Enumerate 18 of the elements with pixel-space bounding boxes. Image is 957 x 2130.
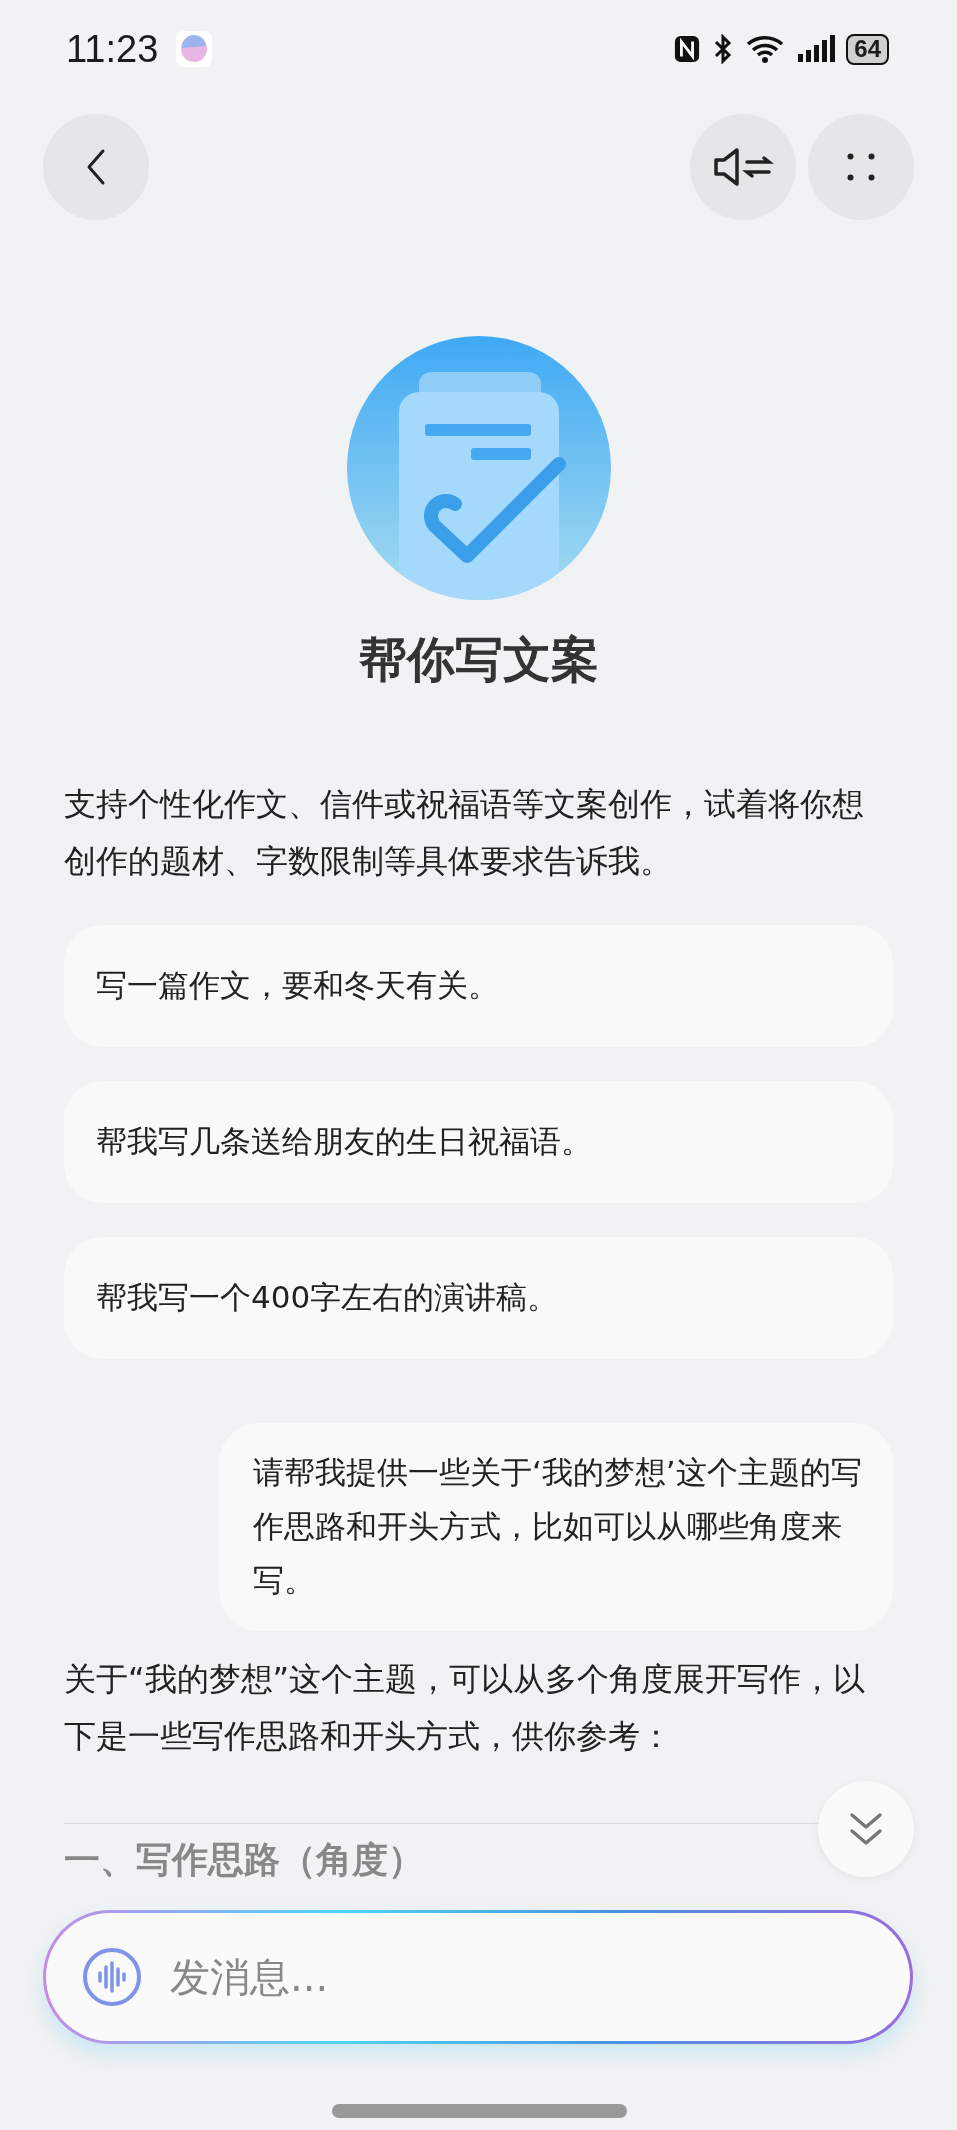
status-time: 11:23 bbox=[66, 27, 159, 71]
message-input-field[interactable]: 发消息... bbox=[168, 1953, 880, 2001]
assistant-message: 关于“我的梦想”这个主题，可以从多个角度展开写作，以下是一些写作思路和开头方式，供你参考： bbox=[64, 1659, 867, 1757]
suggestion-chip[interactable]: 写一篇作文，要和冬天有关。 bbox=[64, 925, 893, 1047]
response-heading: 一、写作思路（角度） bbox=[64, 1838, 424, 1882]
battery-level: 64 bbox=[854, 35, 881, 63]
nfc-icon bbox=[674, 34, 701, 64]
feature-description: 支持个性化作文、信件或祝福语等文案创作，试着将你想创作的题材、字数限制等具体要求告诉我。 bbox=[64, 784, 865, 882]
speaker-icon bbox=[711, 147, 775, 187]
home-indicator[interactable] bbox=[332, 2104, 627, 2118]
voice-wave-icon bbox=[82, 1947, 142, 2007]
feature-title: 帮你写文案 bbox=[358, 630, 599, 689]
user-message-bubble: 请帮我提供一些关于‘我的梦想’这个主题的写作思路和开头方式，比如可以从哪些角度来写。 bbox=[219, 1423, 893, 1631]
suggestion-chip[interactable]: 帮我写几条送给朋友的生日祝福语。 bbox=[64, 1081, 893, 1203]
document-check-icon bbox=[346, 336, 611, 600]
suggestion-chip[interactable]: 帮我写一个400字左右的演讲稿。 bbox=[64, 1237, 893, 1359]
signal-icon bbox=[796, 34, 837, 64]
app-icon bbox=[176, 31, 213, 67]
